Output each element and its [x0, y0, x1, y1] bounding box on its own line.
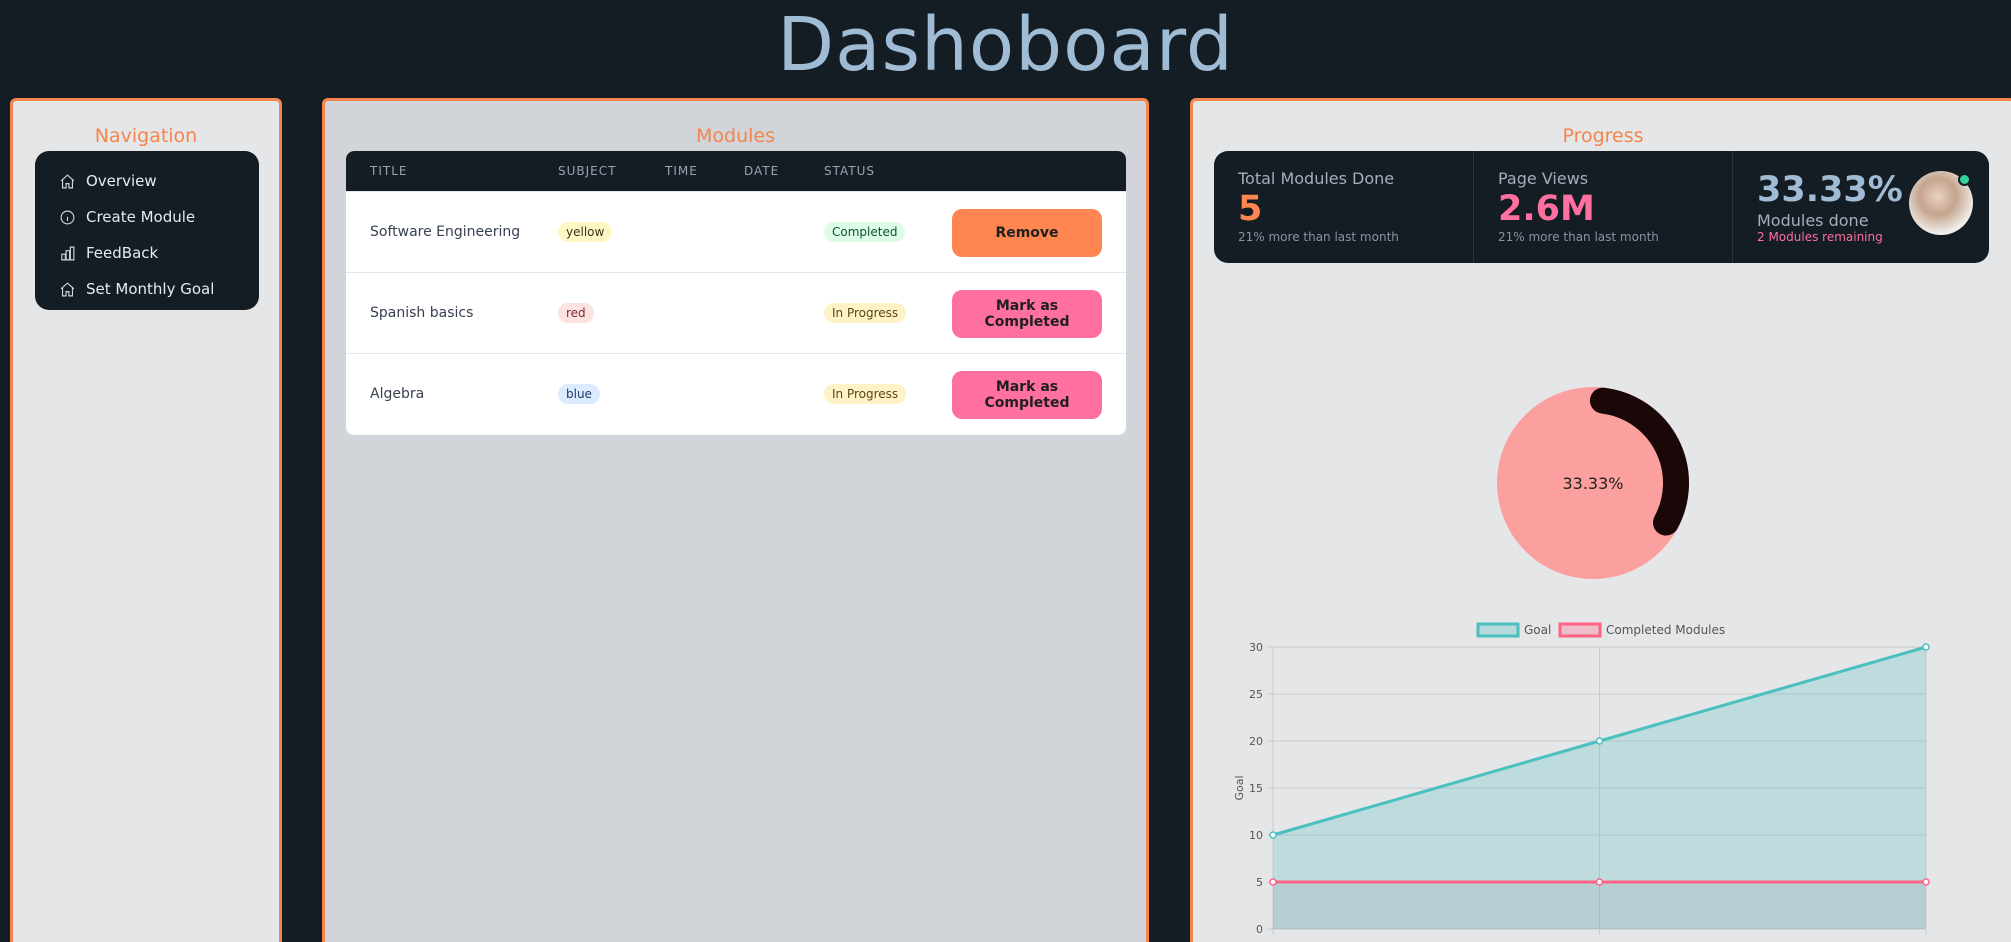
nav-item-feedback[interactable]: FeedBack: [35, 235, 259, 271]
status-badge: In Progress: [824, 384, 907, 404]
progress-title: Progress: [1562, 125, 1644, 147]
column-header-status: STATUS: [824, 164, 876, 178]
status-badge: Completed: [824, 222, 906, 242]
subject-badge: red: [558, 303, 594, 323]
progress-doughnut-chart: 33.33%: [1497, 387, 1689, 579]
progress-panel: Progress Total Modules Done 5 21% more t…: [1190, 98, 2011, 942]
stat-desc: 21% more than last month: [1238, 230, 1399, 244]
nav-item-create-module[interactable]: Create Module: [35, 199, 259, 235]
module-title: Software Engineering: [370, 224, 521, 240]
series-area-1: [1273, 882, 1926, 929]
y-tick-label: 10: [1249, 829, 1263, 842]
column-header-title: TITLE: [370, 164, 408, 178]
nav-item-label: Overview: [86, 172, 157, 190]
donut-center-label: 33.33%: [1562, 474, 1623, 493]
subject-badge: blue: [558, 384, 600, 404]
module-title: Algebra: [370, 386, 425, 402]
stat-title: Total Modules Done: [1238, 169, 1395, 188]
stat-value: 2.6M: [1498, 189, 1595, 229]
modules-panel: Modules TITLE SUBJECT TIME DATE STATUS S…: [322, 98, 1149, 942]
data-point: [1269, 831, 1277, 839]
home-icon: [60, 173, 75, 188]
navigation-title: Navigation: [94, 125, 198, 147]
stat-desc: 21% more than last month: [1498, 230, 1659, 244]
info-icon: [60, 210, 75, 224]
stat-modules-done: 33.33% Modules done 2 Modules remaining: [1732, 151, 1989, 263]
mark-completed-button[interactable]: Mark as Completed: [952, 371, 1102, 419]
table-row: Algebra blue In Progress Mark as Complet…: [346, 353, 1126, 434]
column-header-date: DATE: [744, 164, 780, 178]
y-tick-label: 5: [1256, 876, 1263, 889]
subject-badge: yellow: [558, 222, 613, 242]
avatar: [1909, 171, 1973, 235]
y-axis-label: Goal: [1233, 775, 1246, 800]
column-header-subject: SUBJECT: [558, 164, 617, 178]
nav-menu: Overview Create Module FeedBack Set Mont…: [35, 151, 259, 310]
table-header: TITLE SUBJECT TIME DATE STATUS: [346, 151, 1126, 191]
online-status-dot: [1958, 173, 1971, 186]
legend-label: Completed Modules: [1606, 623, 1725, 637]
y-tick-label: 30: [1249, 641, 1263, 654]
y-tick-label: 15: [1249, 782, 1263, 795]
legend-label: Goal: [1524, 623, 1551, 637]
mark-completed-button[interactable]: Mark as Completed: [952, 290, 1102, 338]
nav-item-overview[interactable]: Overview: [35, 163, 259, 199]
stat-value: 5: [1238, 189, 1263, 229]
page-title: Dashoboard: [777, 2, 1234, 88]
navigation-panel: Navigation Overview Create Module FeedBa…: [10, 98, 282, 942]
legend-swatch: [1558, 622, 1602, 638]
bar-chart-icon: [61, 246, 75, 260]
data-point: [1922, 643, 1930, 651]
nav-item-set-monthly-goal[interactable]: Set Monthly Goal: [35, 271, 259, 307]
legend-swatch: [1476, 622, 1520, 638]
stat-page-views: Page Views 2.6M 21% more than last month: [1473, 151, 1732, 263]
y-tick-label: 25: [1249, 688, 1263, 701]
stats-card: Total Modules Done 5 21% more than last …: [1214, 151, 1989, 263]
module-title: Spanish basics: [370, 305, 474, 321]
home-icon: [60, 281, 75, 296]
nav-item-label: Set Monthly Goal: [86, 280, 215, 298]
goal-line-chart: 0 5 10 15 20 25 30 Goal Goal Completed Modules: [1233, 622, 1930, 936]
y-tick-label: 20: [1249, 735, 1263, 748]
data-point: [1269, 878, 1277, 886]
column-header-time: TIME: [665, 164, 698, 178]
modules-table: TITLE SUBJECT TIME DATE STATUS Software …: [346, 151, 1126, 435]
nav-item-label: Create Module: [86, 208, 196, 226]
status-badge: In Progress: [824, 303, 907, 323]
data-point: [1595, 737, 1604, 745]
remove-button[interactable]: Remove: [952, 209, 1102, 257]
data-point: [1595, 878, 1604, 886]
table-row: Software Engineering yellow Completed Re…: [346, 191, 1126, 272]
nav-item-label: FeedBack: [86, 244, 159, 262]
y-tick-label: 0: [1256, 923, 1263, 936]
stat-title: Page Views: [1498, 169, 1589, 188]
modules-title: Modules: [696, 125, 775, 147]
stat-total-modules: Total Modules Done 5 21% more than last …: [1214, 151, 1473, 263]
table-row: Spanish basics red In Progress Mark as C…: [346, 272, 1126, 353]
data-point: [1922, 878, 1930, 886]
